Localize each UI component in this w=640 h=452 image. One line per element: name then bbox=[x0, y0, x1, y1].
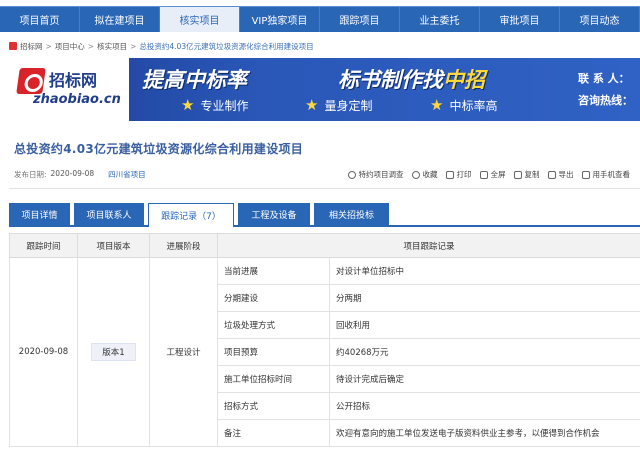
record-label: 项目预算 bbox=[217, 338, 330, 366]
banner-slogan-2-main: 标书制作找 bbox=[338, 68, 443, 92]
record-value: 欢迎有意向的施工单位发送电子版资料供业主参考，以便得到合作机会 bbox=[328, 419, 640, 447]
tab-project-detail[interactable]: 项目详情 bbox=[9, 203, 70, 225]
breadcrumb-item-verified[interactable]: 核实项目 bbox=[97, 41, 127, 52]
star-icon bbox=[411, 170, 420, 179]
tracking-record-table: 跟踪时间 项目版本 进展阶段 项目跟踪记录 2020-09-08 版本1 工程设… bbox=[9, 233, 640, 447]
tab-tracking-records[interactable]: 跟踪记录（7） bbox=[148, 203, 234, 227]
project-meta: 发布日期: 2020-09-08 四川省项目 bbox=[14, 169, 146, 180]
banner-feature-label: 中标率高 bbox=[449, 98, 498, 113]
page-title: 总投资约4.03亿元建筑垃圾资源化综合利用建设项目 bbox=[14, 142, 304, 156]
copy-icon bbox=[513, 170, 522, 179]
star-icon: ★ bbox=[181, 96, 195, 114]
banner-feature-label: 量身定制 bbox=[324, 98, 373, 113]
mobile-view-button[interactable]: 用手机查看 bbox=[581, 169, 631, 180]
export-button[interactable]: 导出 bbox=[547, 169, 574, 180]
record-label: 当前进展 bbox=[217, 257, 330, 285]
logo-mark-icon bbox=[16, 68, 46, 94]
region-link[interactable]: 四川省项目 bbox=[108, 169, 146, 180]
breadcrumb-item-current: 总投资约4.03亿元建筑垃圾资源化综合利用建设项目 bbox=[139, 41, 314, 51]
banner-feature: ★ 专业制作 bbox=[181, 96, 248, 114]
breadcrumb-item-site[interactable]: 招标网 bbox=[20, 41, 43, 52]
nav-item-tracking[interactable]: 跟踪项目 bbox=[320, 7, 400, 32]
survey-button[interactable]: 特约项目调查 bbox=[347, 169, 404, 180]
banner-slogan-1: 提高中标率 bbox=[142, 68, 247, 92]
banner-feature: ★ 中标率高 bbox=[430, 96, 497, 114]
tab-engineering-equipment[interactable]: 工程及设备 bbox=[238, 203, 310, 225]
tab-related-bids[interactable]: 相关招投标 bbox=[314, 203, 389, 225]
publish-date-label: 发布日期: bbox=[14, 170, 47, 179]
nav-item-planned[interactable]: 拟在建项目 bbox=[80, 7, 160, 32]
logo-text-en: zhaobiao.cn bbox=[33, 92, 121, 107]
record-label: 垃圾处理方式 bbox=[217, 311, 330, 339]
tool-label: 全屏 bbox=[490, 170, 506, 179]
table-header-row: 跟踪时间 项目版本 进展阶段 项目跟踪记录 bbox=[9, 233, 640, 258]
version-cell: 版本1 bbox=[77, 257, 150, 447]
fullscreen-button[interactable]: 全屏 bbox=[479, 169, 506, 180]
banner-feature: ★ 量身定制 bbox=[305, 96, 372, 114]
record-label: 招标方式 bbox=[217, 392, 330, 420]
tool-label: 特约项目调查 bbox=[358, 170, 404, 179]
star-icon: ★ bbox=[305, 96, 319, 114]
breadcrumb-separator: > bbox=[87, 41, 95, 51]
detail-tabs: 项目详情 项目联系人 跟踪记录（7） 工程及设备 相关招投标 bbox=[9, 203, 640, 227]
breadcrumb-separator: > bbox=[45, 41, 52, 51]
print-button[interactable]: 打印 bbox=[445, 169, 472, 180]
record-value: 公开招标 bbox=[328, 392, 640, 420]
record-label: 施工单位招标时间 bbox=[217, 365, 330, 393]
nav-item-owner[interactable]: 业主委托 bbox=[400, 7, 480, 32]
breadcrumb: 招标网 > 项目中心 > 核实项目 > 总投资约4.03亿元建筑垃圾资源化综合利… bbox=[9, 40, 314, 52]
tool-label: 收藏 bbox=[422, 170, 438, 179]
table-row: 2020-09-08 版本1 工程设计 当前进展 对设计单位招标中 bbox=[9, 257, 640, 447]
column-header-time: 跟踪时间 bbox=[9, 233, 78, 258]
favorite-button[interactable]: 收藏 bbox=[411, 169, 438, 180]
search-icon bbox=[347, 170, 356, 179]
tool-label: 导出 bbox=[558, 170, 574, 179]
record-value: 约40268万元 bbox=[328, 338, 640, 366]
divider bbox=[9, 188, 640, 189]
site-logo[interactable]: 招标网 zhaobiao.cn bbox=[9, 58, 129, 121]
column-header-stage: 进展阶段 bbox=[149, 233, 218, 258]
top-nav: 项目首页 拟在建项目 核实项目 VIP独家项目 跟踪项目 业主委托 审批项目 项… bbox=[0, 6, 640, 32]
home-icon bbox=[9, 42, 17, 50]
record-value: 对设计单位招标中 bbox=[328, 257, 640, 285]
export-icon bbox=[547, 170, 556, 179]
stage-cell: 工程设计 bbox=[149, 257, 218, 447]
tool-label: 用手机查看 bbox=[592, 170, 631, 179]
tracking-date: 2020-09-08 bbox=[9, 257, 78, 447]
nav-item-news[interactable]: 项目动态 bbox=[560, 7, 640, 32]
nav-item-approval[interactable]: 审批项目 bbox=[480, 7, 560, 32]
banner-hotline-label: 咨询热线： bbox=[578, 94, 633, 107]
star-icon: ★ bbox=[430, 96, 444, 114]
nav-item-vip[interactable]: VIP独家项目 bbox=[240, 7, 320, 32]
version-badge: 版本1 bbox=[91, 343, 136, 361]
nav-item-verified[interactable]: 核实项目 bbox=[160, 7, 240, 32]
banner-slogan-2-highlight: 中招 bbox=[443, 68, 485, 92]
tool-bar: 特约项目调查 收藏 打印 全屏 复制 导出 用手机查看 bbox=[340, 169, 631, 180]
record-value: 待设计完成后确定 bbox=[328, 365, 640, 393]
banner-feature-label: 专业制作 bbox=[200, 98, 249, 113]
record-label: 备注 bbox=[217, 419, 330, 447]
breadcrumb-separator: > bbox=[130, 41, 137, 51]
logo-text-cn: 招标网 bbox=[49, 71, 98, 90]
column-header-record: 项目跟踪记录 bbox=[216, 233, 640, 258]
printer-icon bbox=[445, 170, 454, 179]
fullscreen-icon bbox=[479, 170, 488, 179]
column-header-version: 项目版本 bbox=[77, 233, 150, 258]
record-label: 分期建设 bbox=[217, 284, 330, 312]
nav-item-home[interactable]: 项目首页 bbox=[0, 7, 80, 32]
record-value: 回收利用 bbox=[328, 311, 640, 339]
record-value: 分两期 bbox=[328, 284, 640, 312]
banner-slogan-2: 标书制作找中招 bbox=[338, 64, 485, 94]
ad-banner[interactable]: 招标网 zhaobiao.cn 提高中标率 标书制作找中招 ★ 专业制作 ★ 量身定… bbox=[9, 58, 640, 121]
publish-date: 2020-09-08 bbox=[50, 169, 95, 178]
breadcrumb-item-center[interactable]: 项目中心 bbox=[55, 41, 85, 52]
tab-project-contacts[interactable]: 项目联系人 bbox=[74, 203, 144, 225]
tool-label: 复制 bbox=[524, 170, 540, 179]
tool-label: 打印 bbox=[456, 170, 472, 179]
banner-contact-label: 联 系 人： bbox=[578, 72, 630, 85]
phone-icon bbox=[581, 170, 590, 179]
copy-button[interactable]: 复制 bbox=[513, 169, 540, 180]
